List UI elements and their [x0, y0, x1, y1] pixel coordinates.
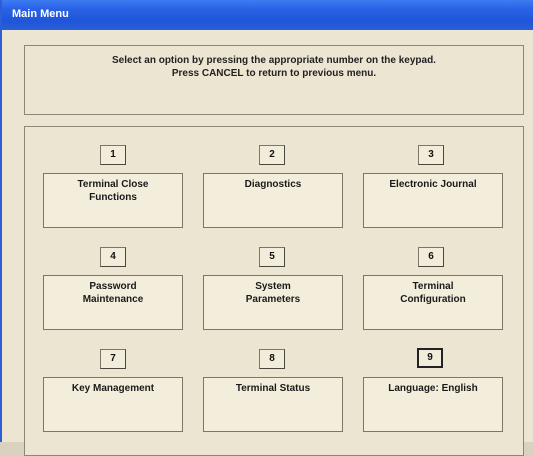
option-7-key-management[interactable]: Key Management [43, 377, 183, 432]
option-4-label-line2: Maintenance [82, 294, 144, 305]
main-menu-window: Main Menu Select an option by pressing t… [0, 0, 533, 456]
option-4-key-button[interactable]: 4 [100, 247, 126, 267]
option-4-password-maintenance[interactable]: Password Maintenance [43, 275, 183, 330]
option-3-key-button[interactable]: 3 [418, 145, 444, 165]
option-6-label-line2: Configuration [400, 294, 466, 305]
option-5-system-parameters[interactable]: System Parameters [203, 275, 343, 330]
option-8-key-button[interactable]: 8 [259, 349, 285, 369]
instruction-text-line2: Press CANCEL to return to previous menu. [171, 68, 377, 79]
option-3-label-line1: Electronic Journal [389, 179, 477, 190]
option-1-label-line1: Terminal Close [77, 179, 149, 190]
option-6-label-line1: Terminal [412, 281, 454, 292]
option-7-label-line1: Key Management [71, 383, 155, 394]
option-4-label-line1: Password [89, 281, 137, 292]
option-2-label-line1: Diagnostics [244, 179, 302, 190]
instruction-text-line1: Select an option by pressing the appropr… [112, 55, 436, 66]
option-8-terminal-status[interactable]: Terminal Status [203, 377, 343, 432]
option-6-terminal-configuration[interactable]: Terminal Configuration [363, 275, 503, 330]
option-2-diagnostics[interactable]: Diagnostics [203, 173, 343, 228]
title-bar: Main Menu [2, 0, 533, 30]
option-5-key-button[interactable]: 5 [259, 247, 285, 267]
option-9-key-button[interactable]: 9 [417, 348, 443, 368]
option-9-label-line1: Language: English [388, 383, 478, 394]
option-1-key-button[interactable]: 1 [100, 145, 126, 165]
option-1-label-line2: Functions [89, 192, 137, 203]
option-1-terminal-close-functions[interactable]: Terminal Close Functions [43, 173, 183, 228]
instructions-panel: Select an option by pressing the appropr… [24, 45, 524, 115]
option-5-label-line2: Parameters [245, 294, 301, 305]
option-8-label-line1: Terminal Status [235, 383, 311, 394]
option-2-key-button[interactable]: 2 [259, 145, 285, 165]
option-7-key-button[interactable]: 7 [100, 349, 126, 369]
option-3-electronic-journal[interactable]: Electronic Journal [363, 173, 503, 228]
option-5-label-line1: System [255, 281, 291, 292]
option-6-key-button[interactable]: 6 [418, 247, 444, 267]
options-panel: 1 2 3 Terminal Close Functions Diagnosti… [24, 126, 524, 456]
option-9-language-english[interactable]: Language: English [363, 377, 503, 432]
window-title: Main Menu [12, 8, 69, 20]
